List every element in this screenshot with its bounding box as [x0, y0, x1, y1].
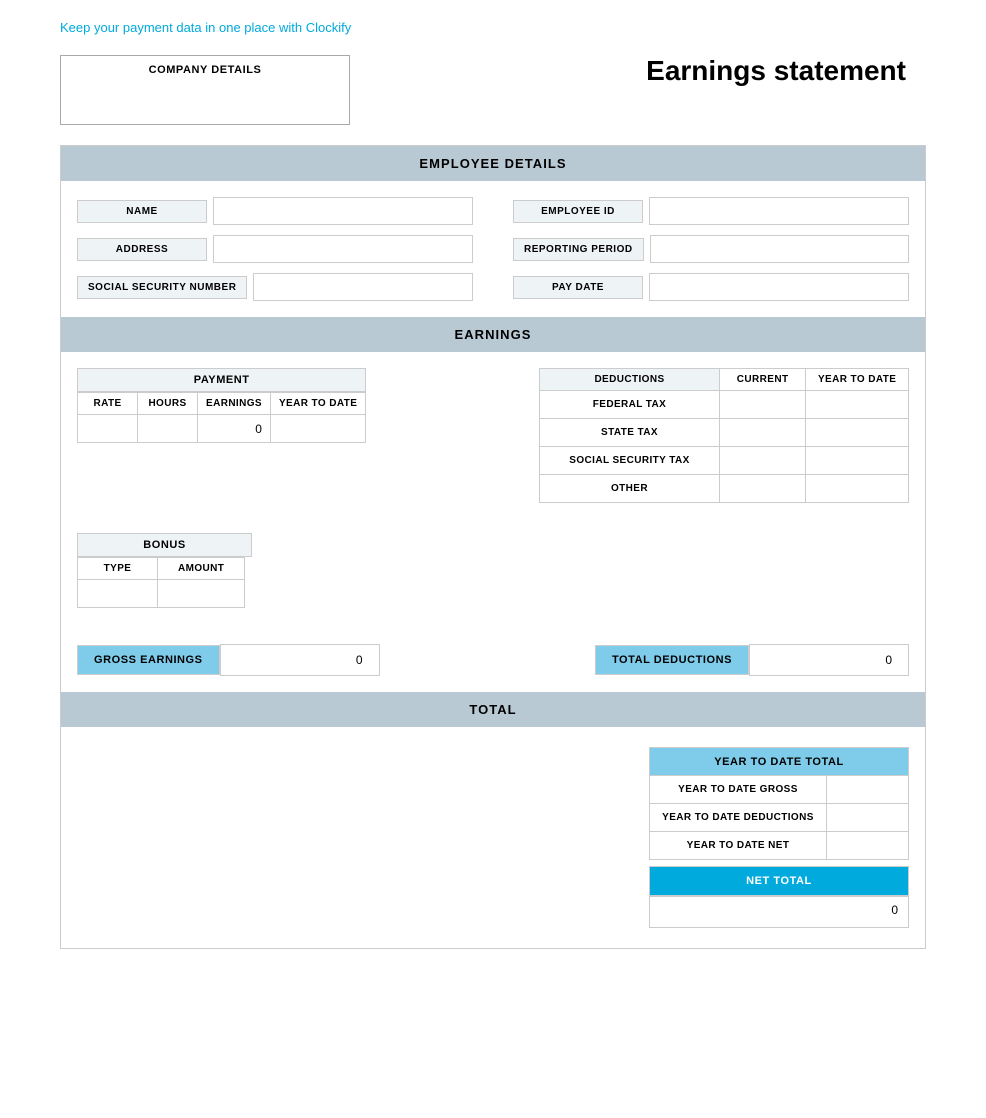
bonus-table: TYPE AMOUNT [77, 557, 245, 608]
deduction-ytd-1[interactable] [806, 419, 909, 447]
header-row: COMPANY DETAILS Earnings statement [60, 55, 926, 125]
total-section-body: YEAR TO DATE TOTAL YEAR TO DATE GROSS YE… [61, 727, 925, 948]
bonus-header-label: BONUS [77, 533, 252, 557]
bonus-type-cell[interactable] [78, 580, 158, 608]
net-total-header: NET TOTAL [649, 866, 909, 896]
total-right-block: YEAR TO DATE TOTAL YEAR TO DATE GROSS YE… [649, 747, 909, 928]
ytd-row: YEAR TO DATE DEDUCTIONS [650, 804, 909, 832]
payment-col-earnings: EARNINGS [198, 393, 271, 415]
name-input[interactable] [213, 197, 473, 225]
ytd-row: YEAR TO DATE NET [650, 832, 909, 860]
ytd-label-2: YEAR TO DATE NET [650, 832, 827, 860]
payment-rate-cell[interactable] [78, 415, 138, 443]
name-label: NAME [77, 200, 207, 223]
deductions-row: OTHER [540, 475, 909, 503]
bonus-col-amount: AMOUNT [158, 558, 245, 580]
totals-row: GROSS EARNINGS 0 TOTAL DEDUCTIONS 0 [77, 644, 909, 676]
total-deductions-label: TOTAL DEDUCTIONS [595, 645, 749, 675]
top-link-bar: Keep your payment data in one place with… [0, 0, 986, 55]
deduction-current-1[interactable] [720, 419, 806, 447]
reporting-period-field-row: REPORTING PERIOD [513, 235, 909, 263]
deductions-table: DEDUCTIONS CURRENT YEAR TO DATE FEDERAL … [539, 368, 909, 503]
payment-col-rate: RATE [78, 393, 138, 415]
name-field-row: NAME [77, 197, 473, 225]
company-box: COMPANY DETAILS [60, 55, 350, 125]
deduction-ytd-0[interactable] [806, 391, 909, 419]
employee-fields-left: NAME ADDRESS SOCIAL SECURITY NUMBER [77, 197, 473, 301]
deduction-label-2: SOCIAL SECURITY TAX [540, 447, 720, 475]
earnings-top: PAYMENT RATE HOURS EARNINGS YEAR TO DATE [77, 368, 909, 503]
page-content: COMPANY DETAILS Earnings statement EMPLO… [0, 55, 986, 989]
ytd-table: YEAR TO DATE TOTAL YEAR TO DATE GROSS YE… [649, 747, 909, 860]
ssn-label: SOCIAL SECURITY NUMBER [77, 276, 247, 299]
clockify-link[interactable]: Keep your payment data in one place with… [60, 20, 351, 35]
spacer [386, 368, 519, 503]
deduction-current-3[interactable] [720, 475, 806, 503]
total-section-header: TOTAL [61, 692, 925, 727]
deductions-col-ytd: YEAR TO DATE [806, 369, 909, 391]
employee-id-label: EMPLOYEE ID [513, 200, 643, 223]
payment-hours-cell[interactable] [138, 415, 198, 443]
gross-earnings-block: GROSS EARNINGS 0 [77, 644, 380, 676]
total-deductions-value: 0 [749, 644, 909, 676]
employee-details-body: NAME ADDRESS SOCIAL SECURITY NUMBER EMPL… [61, 181, 925, 317]
deduction-current-2[interactable] [720, 447, 806, 475]
deductions-row: STATE TAX [540, 419, 909, 447]
payment-col-hours: HOURS [138, 393, 198, 415]
payment-section: PAYMENT RATE HOURS EARNINGS YEAR TO DATE [77, 368, 366, 503]
reporting-period-input[interactable] [650, 235, 909, 263]
ytd-value-0[interactable] [826, 776, 908, 804]
pay-date-label: PAY DATE [513, 276, 643, 299]
address-label: ADDRESS [77, 238, 207, 261]
pay-date-field-row: PAY DATE [513, 273, 909, 301]
deduction-current-0[interactable] [720, 391, 806, 419]
employee-id-field-row: EMPLOYEE ID [513, 197, 909, 225]
bonus-row [78, 580, 245, 608]
ssn-field-row: SOCIAL SECURITY NUMBER [77, 273, 473, 301]
deductions-row: SOCIAL SECURITY TAX [540, 447, 909, 475]
deductions-row: FEDERAL TAX [540, 391, 909, 419]
ssn-input[interactable] [253, 273, 473, 301]
deduction-label-0: FEDERAL TAX [540, 391, 720, 419]
pay-date-input[interactable] [649, 273, 909, 301]
employee-id-input[interactable] [649, 197, 909, 225]
payment-ytd-cell[interactable] [270, 415, 365, 443]
ytd-total-header: YEAR TO DATE TOTAL [650, 748, 909, 776]
deduction-label-3: OTHER [540, 475, 720, 503]
payment-earnings-cell[interactable]: 0 [198, 415, 271, 443]
employee-fields-right: EMPLOYEE ID REPORTING PERIOD PAY DATE [513, 197, 909, 301]
payment-row: 0 [78, 415, 366, 443]
total-deductions-block: TOTAL DEDUCTIONS 0 [595, 644, 909, 676]
payment-header-label: PAYMENT [77, 368, 366, 392]
company-details-label: COMPANY DETAILS [69, 64, 341, 76]
reporting-period-label: REPORTING PERIOD [513, 238, 644, 261]
ytd-label-1: YEAR TO DATE DEDUCTIONS [650, 804, 827, 832]
ytd-label-0: YEAR TO DATE GROSS [650, 776, 827, 804]
bonus-col-type: TYPE [78, 558, 158, 580]
ytd-value-2[interactable] [826, 832, 908, 860]
bonus-amount-cell[interactable] [158, 580, 245, 608]
deductions-main-header: DEDUCTIONS [540, 369, 720, 391]
deductions-col-current: CURRENT [720, 369, 806, 391]
deduction-label-1: STATE TAX [540, 419, 720, 447]
deduction-ytd-2[interactable] [806, 447, 909, 475]
gross-earnings-label: GROSS EARNINGS [77, 645, 220, 675]
address-input[interactable] [213, 235, 473, 263]
payment-table: RATE HOURS EARNINGS YEAR TO DATE 0 [77, 392, 366, 443]
gross-earnings-value: 0 [220, 644, 380, 676]
earnings-header: EARNINGS [61, 317, 925, 352]
net-total-value: 0 [649, 896, 909, 928]
bonus-section: BONUS TYPE AMOUNT [77, 533, 909, 608]
deductions-section: DEDUCTIONS CURRENT YEAR TO DATE FEDERAL … [539, 368, 909, 503]
ytd-row: YEAR TO DATE GROSS [650, 776, 909, 804]
earnings-body: PAYMENT RATE HOURS EARNINGS YEAR TO DATE [61, 352, 925, 692]
page-title: Earnings statement [646, 55, 926, 87]
address-field-row: ADDRESS [77, 235, 473, 263]
employee-details-header: EMPLOYEE DETAILS [61, 146, 925, 181]
payment-col-ytd: YEAR TO DATE [270, 393, 365, 415]
deduction-ytd-3[interactable] [806, 475, 909, 503]
main-card: EMPLOYEE DETAILS NAME ADDRESS SOCIAL SEC… [60, 145, 926, 949]
ytd-value-1[interactable] [826, 804, 908, 832]
